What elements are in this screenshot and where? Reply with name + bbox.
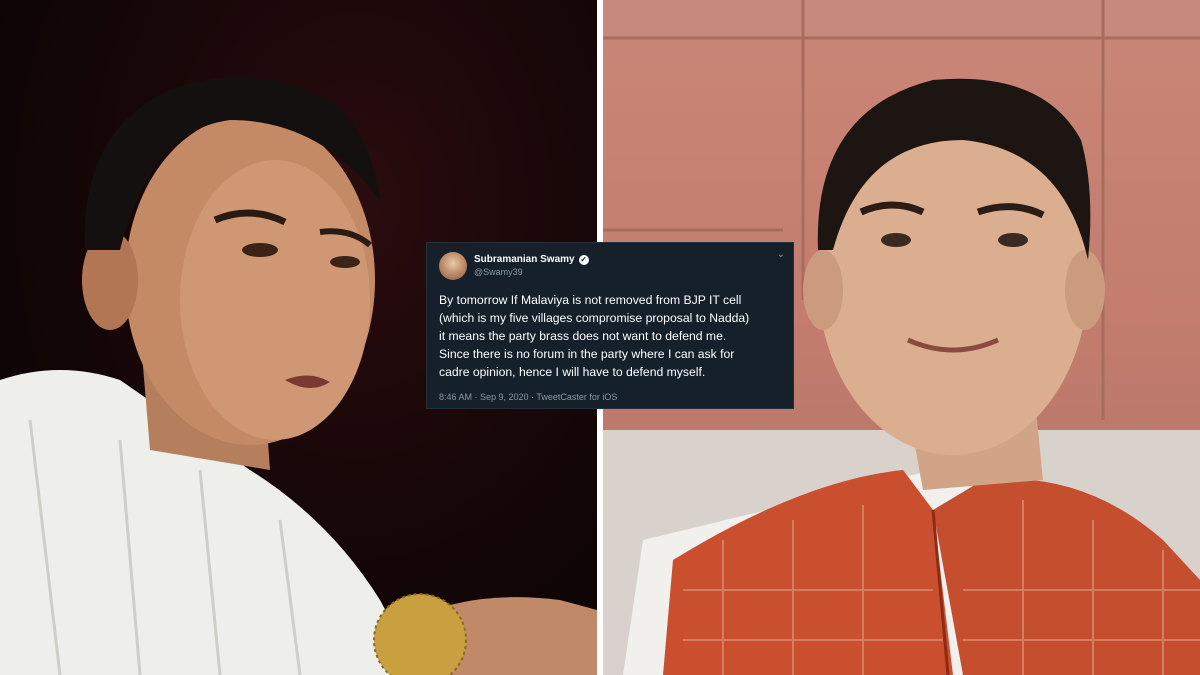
chevron-down-icon[interactable]: ⌄ <box>777 249 785 260</box>
profile-avatar[interactable] <box>439 252 467 280</box>
tweet-line: cadre opinion, hence I will have to defe… <box>439 365 706 379</box>
tweet-line: it means the party brass does not want t… <box>439 329 727 343</box>
author-handle[interactable]: @Swamy39 <box>474 267 523 277</box>
tweet-line: Since there is no forum in the party whe… <box>439 347 735 361</box>
tweet-line: By tomorrow If Malaviya is not removed f… <box>439 293 742 307</box>
author-name[interactable]: Subramanian Swamy <box>474 254 575 265</box>
tweet-timestamp[interactable]: 8:46 AM · Sep 9, 2020 · TweetCaster for … <box>439 392 617 402</box>
embedded-tweet-card: Subramanian Swamy ✓ @Swamy39 ⌄ By tomorr… <box>426 242 794 409</box>
tweet-line: (which is my five villages compromise pr… <box>439 311 750 325</box>
tweet-text: By tomorrow If Malaviya is not removed f… <box>439 291 789 381</box>
verified-badge-icon: ✓ <box>578 254 589 265</box>
tweet-author-row: Subramanian Swamy ✓ <box>474 254 589 265</box>
